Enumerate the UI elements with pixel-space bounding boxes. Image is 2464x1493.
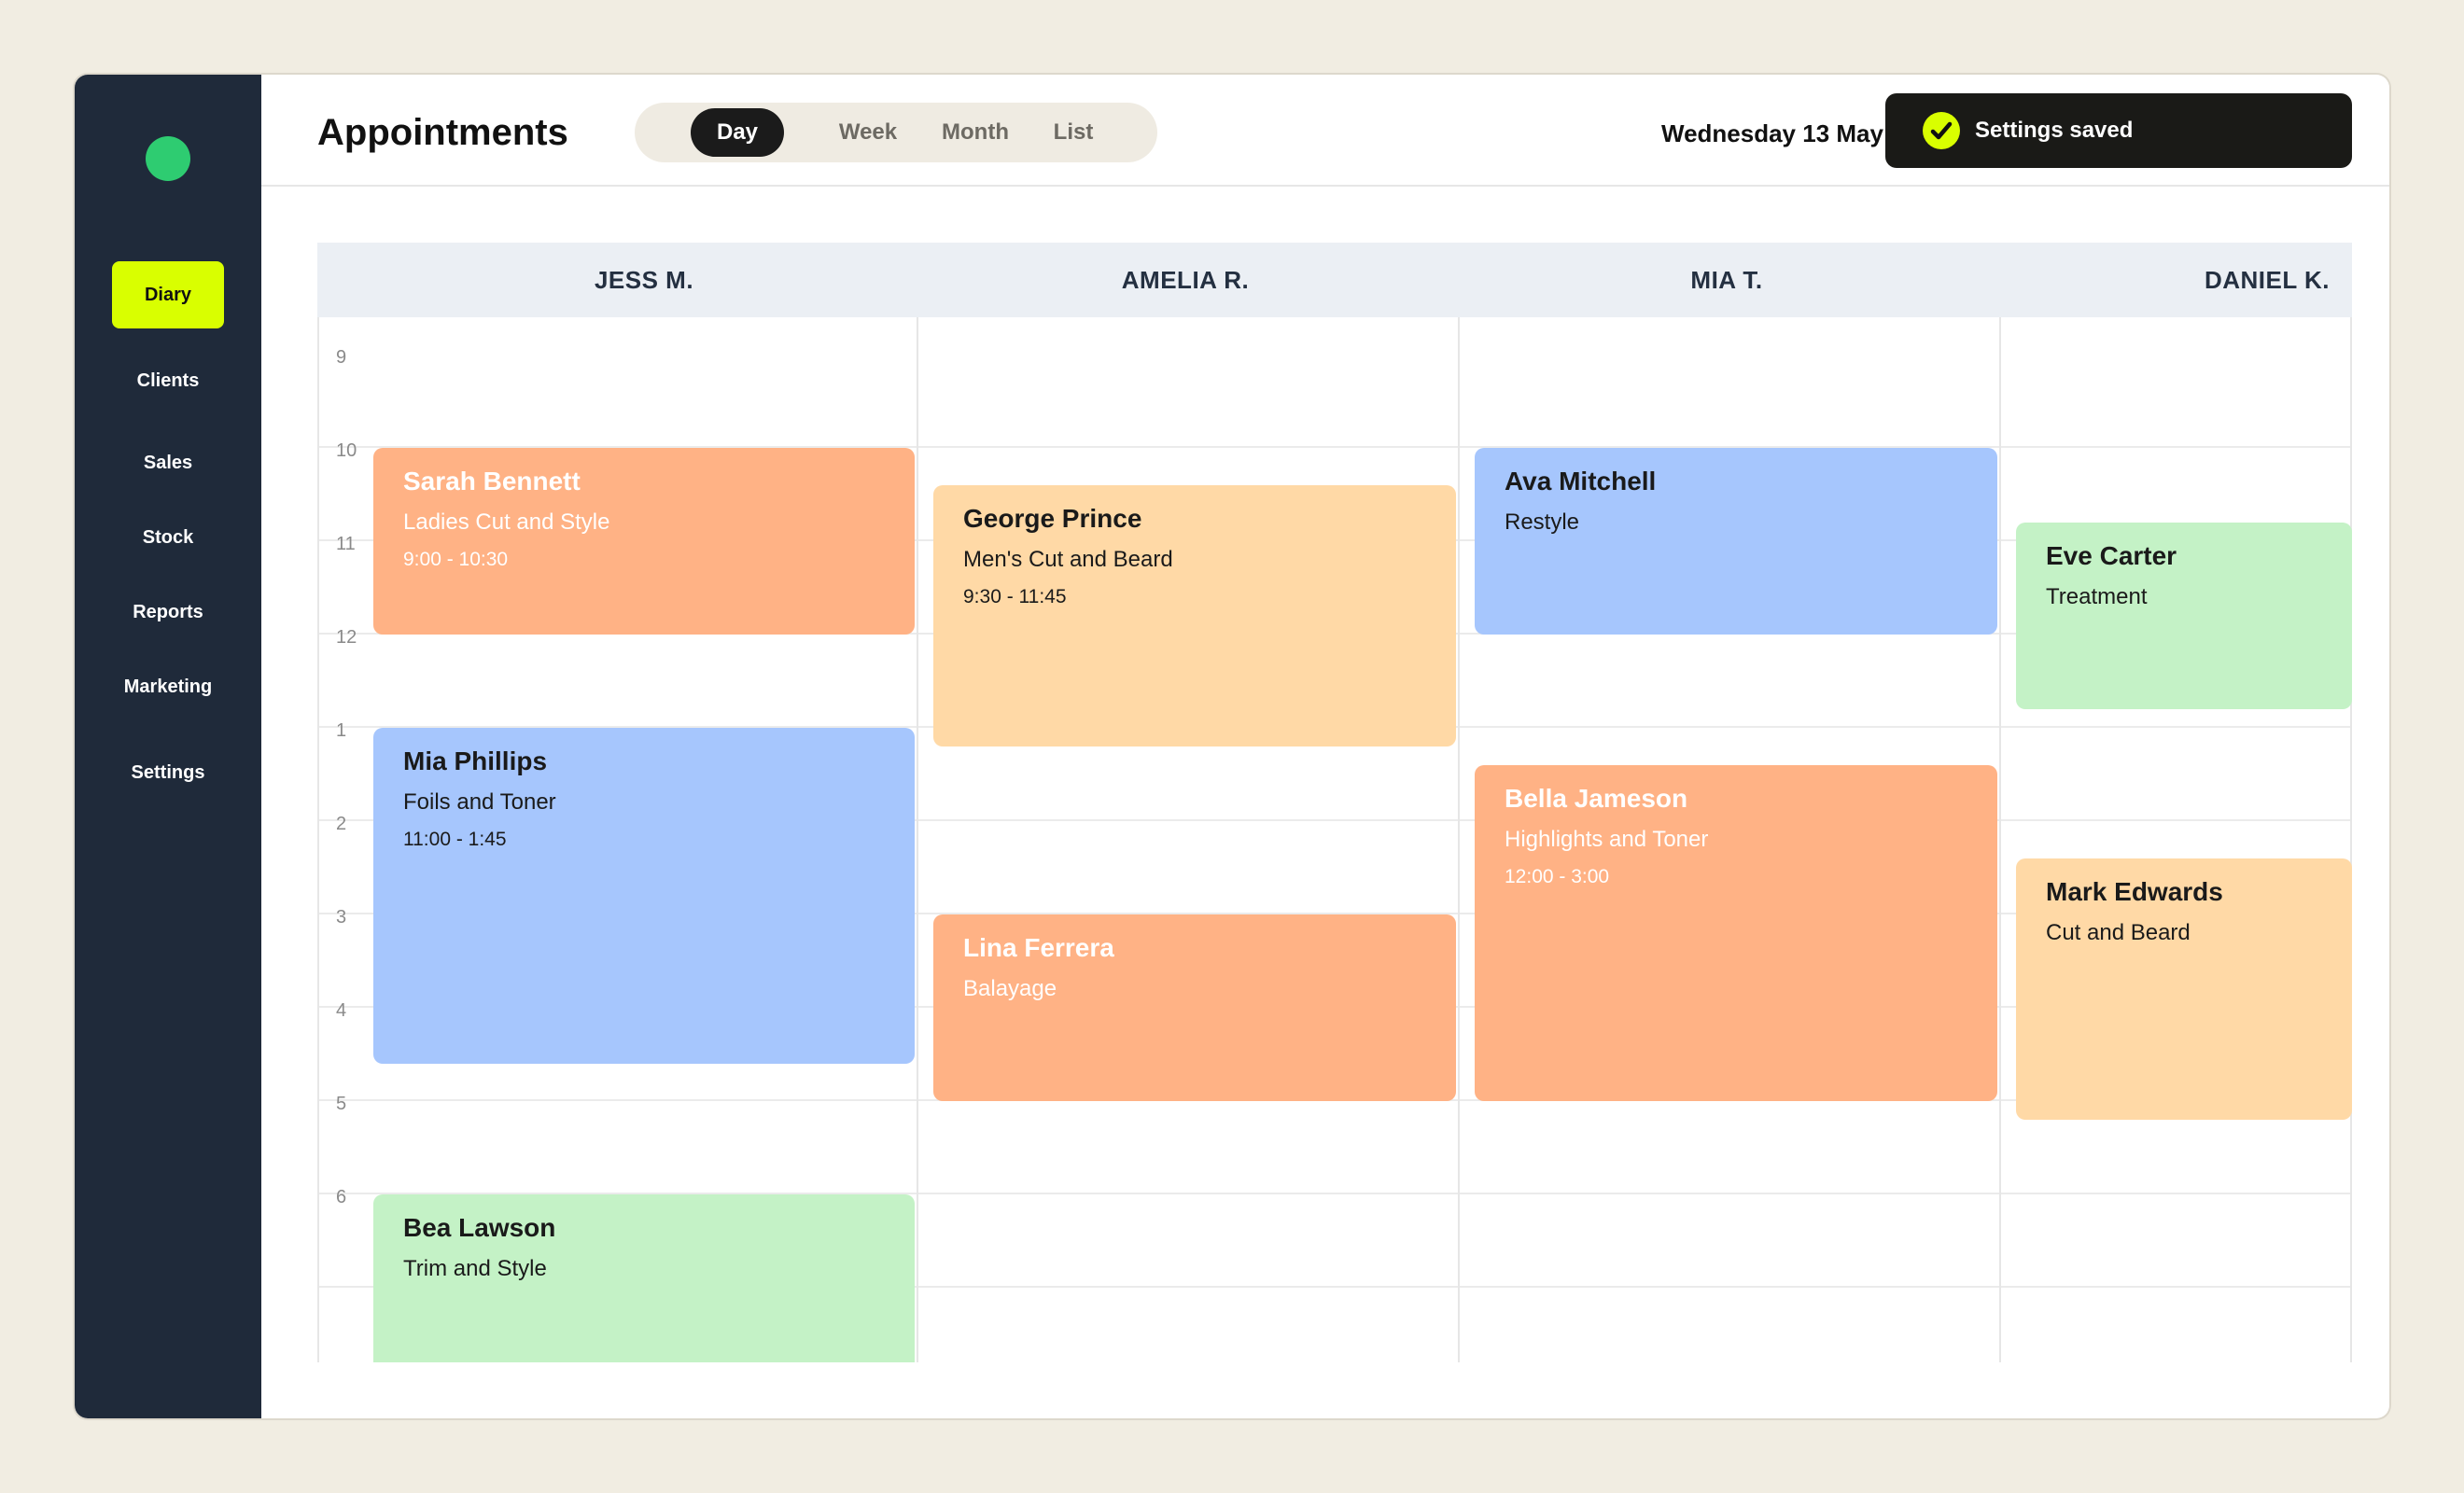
- client-name: Sarah Bennett: [403, 467, 581, 495]
- appointment-card[interactable]: Ava Mitchell Restyle: [1475, 448, 1997, 635]
- hour-label: 6: [336, 1187, 347, 1207]
- client-name: Mia Phillips: [403, 746, 548, 775]
- sidebar-item-stock[interactable]: Stock: [112, 504, 224, 571]
- check-icon: [1923, 112, 1960, 149]
- staff-column-header: JESS M.: [594, 265, 694, 294]
- hour-label: 4: [336, 1000, 347, 1021]
- header: Appointments Day Week Month List Wednesd…: [261, 75, 2389, 187]
- appointment-card[interactable]: George Prince Men's Cut and Beard 9:30 -…: [933, 485, 1456, 746]
- page-title: Appointments: [317, 112, 568, 153]
- appointment-card[interactable]: Bea Lawson Trim and Style: [373, 1194, 915, 1362]
- client-name: Lina Ferrera: [963, 933, 1114, 962]
- column-divider: [2350, 317, 2352, 1362]
- service-name: Highlights and Toner: [1505, 827, 1709, 852]
- view-toggle: Day Week Month List: [635, 103, 1157, 162]
- column-divider: [1458, 317, 1460, 1362]
- service-name: Trim and Style: [403, 1256, 547, 1281]
- appointment-card[interactable]: Mark Edwards Cut and Beard: [2016, 858, 2352, 1120]
- hour-label: 2: [336, 814, 347, 834]
- view-list-button[interactable]: List: [1036, 108, 1111, 157]
- hour-label: 11: [336, 534, 356, 554]
- status-dot-icon: [146, 136, 190, 181]
- toast-text: Settings saved: [1975, 118, 2134, 143]
- client-name: Mark Edwards: [2046, 877, 2223, 906]
- appointment-card[interactable]: Bella Jameson Highlights and Toner 12:00…: [1475, 765, 1997, 1101]
- client-name: Bea Lawson: [403, 1213, 556, 1242]
- view-month-button[interactable]: Month: [924, 108, 1027, 157]
- appointment-card[interactable]: Mia Phillips Foils and Toner 11:00 - 1:4…: [373, 728, 915, 1064]
- hour-label: 5: [336, 1094, 347, 1114]
- client-name: Ava Mitchell: [1505, 467, 1657, 495]
- column-divider: [1999, 317, 2001, 1362]
- staff-column-header: DANIEL K.: [2204, 265, 2330, 294]
- appointment-card[interactable]: Eve Carter Treatment: [2016, 523, 2352, 709]
- service-name: Restyle: [1505, 509, 1580, 535]
- staff-column-header: MIA T.: [1690, 265, 1763, 294]
- appointment-time: 9:00 - 10:30: [403, 549, 509, 570]
- hour-label: 1: [336, 720, 347, 741]
- staff-column-header: AMELIA R.: [1121, 265, 1250, 294]
- hour-label: 12: [336, 627, 357, 648]
- sidebar-item-sales[interactable]: Sales: [112, 429, 224, 496]
- app-window: Diary Clients Sales Stock Reports Market…: [75, 75, 2389, 1418]
- sidebar-item-marketing[interactable]: Marketing: [112, 653, 224, 720]
- sidebar-item-settings[interactable]: Settings: [112, 739, 224, 806]
- service-name: Cut and Beard: [2046, 920, 2191, 945]
- hour-label: 3: [336, 907, 347, 928]
- sidebar: Diary Clients Sales Stock Reports Market…: [75, 75, 261, 1418]
- appointment-time: 12:00 - 3:00: [1505, 866, 1610, 887]
- service-name: Balayage: [963, 976, 1057, 1001]
- client-name: George Prince: [963, 504, 1142, 533]
- appointment-time: 9:30 - 11:45: [963, 586, 1067, 607]
- sidebar-item-diary[interactable]: Diary: [112, 261, 224, 328]
- column-divider: [917, 317, 918, 1362]
- hour-label: 10: [336, 440, 357, 461]
- view-week-button[interactable]: Week: [821, 108, 915, 157]
- client-name: Eve Carter: [2046, 541, 2177, 570]
- service-name: Men's Cut and Beard: [963, 547, 1173, 572]
- service-name: Ladies Cut and Style: [403, 509, 610, 535]
- appointment-card[interactable]: Sarah Bennett Ladies Cut and Style 9:00 …: [373, 448, 915, 635]
- hour-label: 9: [336, 347, 347, 368]
- appointment-time: 11:00 - 1:45: [403, 829, 507, 850]
- sidebar-item-clients[interactable]: Clients: [112, 347, 224, 414]
- service-name: Treatment: [2046, 584, 2148, 609]
- service-name: Foils and Toner: [403, 789, 556, 815]
- sidebar-item-reports[interactable]: Reports: [112, 579, 224, 646]
- column-divider: [317, 317, 319, 1362]
- appointment-card[interactable]: Lina Ferrera Balayage: [933, 914, 1456, 1101]
- view-day-button[interactable]: Day: [691, 108, 784, 157]
- calendar-header: JESS M. AMELIA R. MIA T. DANIEL K.: [317, 243, 2352, 317]
- day-calendar: JESS M. AMELIA R. MIA T. DANIEL K. 9 10 …: [317, 243, 2352, 1362]
- toast-notification: Settings saved: [1885, 93, 2352, 168]
- client-name: Bella Jameson: [1505, 784, 1688, 813]
